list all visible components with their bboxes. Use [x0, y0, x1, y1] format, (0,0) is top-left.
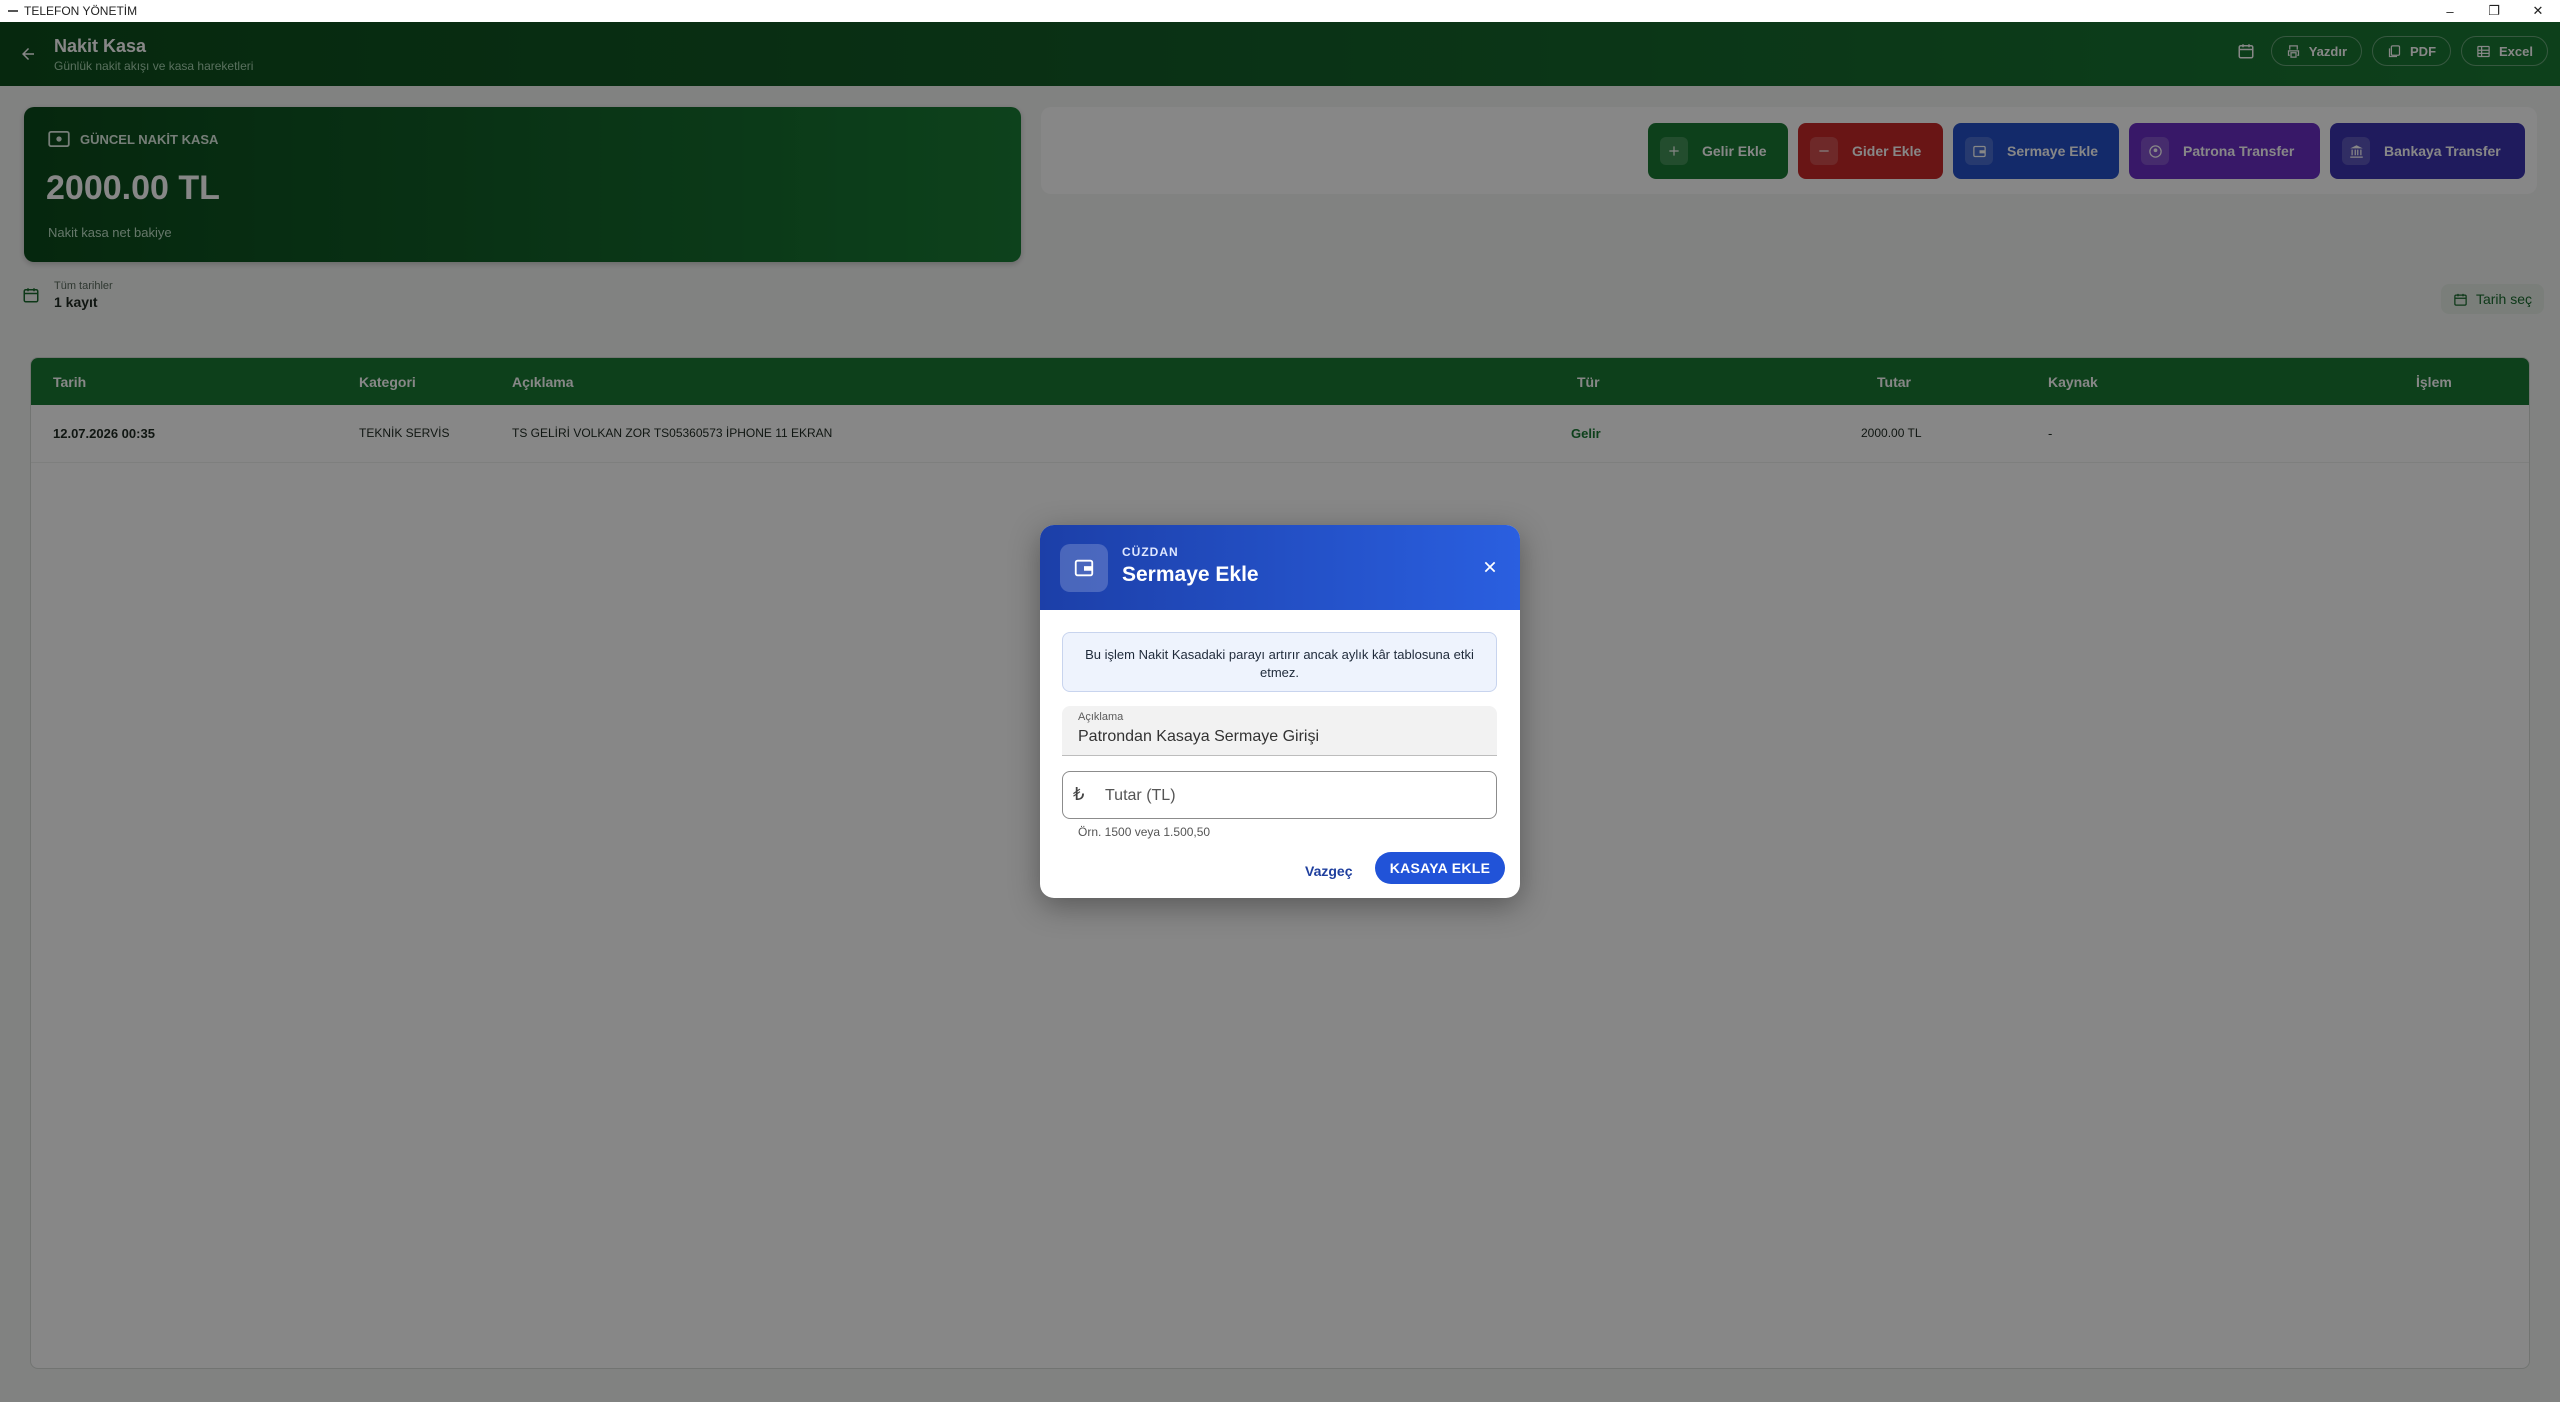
restore-button[interactable]: ❐ — [2472, 0, 2516, 22]
close-dialog-button[interactable] — [1476, 553, 1504, 581]
app-title-area: TELEFON YÖNETİM — [8, 4, 137, 18]
add-capital-dialog: CÜZDAN Sermaye Ekle Bu işlem Nakit Kasad… — [1040, 525, 1520, 898]
close-icon — [1484, 561, 1496, 573]
add-to-cash-button[interactable]: KASAYA EKLE — [1375, 852, 1505, 884]
window-titlebar: TELEFON YÖNETİM – ❐ ✕ — [0, 0, 2560, 22]
app-icon — [8, 10, 18, 12]
minimize-button[interactable]: – — [2428, 0, 2472, 22]
amount-helper-text: Örn. 1500 veya 1.500,50 — [1078, 825, 1211, 839]
amount-field[interactable]: ₺ — [1062, 771, 1497, 819]
window-controls: – ❐ ✕ — [2428, 0, 2560, 22]
window-title: TELEFON YÖNETİM — [24, 4, 138, 18]
dialog-info-box: Bu işlem Nakit Kasadaki parayı artırır a… — [1062, 632, 1497, 692]
description-label: Açıklama — [1078, 711, 1124, 723]
amount-input[interactable] — [1105, 784, 1485, 808]
dialog-overline: CÜZDAN — [1122, 545, 1179, 559]
lira-icon: ₺ — [1073, 784, 1085, 804]
dialog-title: Sermaye Ekle — [1122, 563, 1259, 586]
close-window-button[interactable]: ✕ — [2516, 0, 2560, 22]
description-field[interactable]: Açıklama Patrondan Kasaya Sermaye Girişi — [1062, 706, 1497, 756]
cancel-button[interactable]: Vazgeç — [1299, 856, 1358, 886]
wallet-icon — [1060, 544, 1108, 592]
dialog-header: CÜZDAN Sermaye Ekle — [1040, 525, 1520, 610]
description-value: Patrondan Kasaya Sermaye Girişi — [1078, 728, 1319, 745]
